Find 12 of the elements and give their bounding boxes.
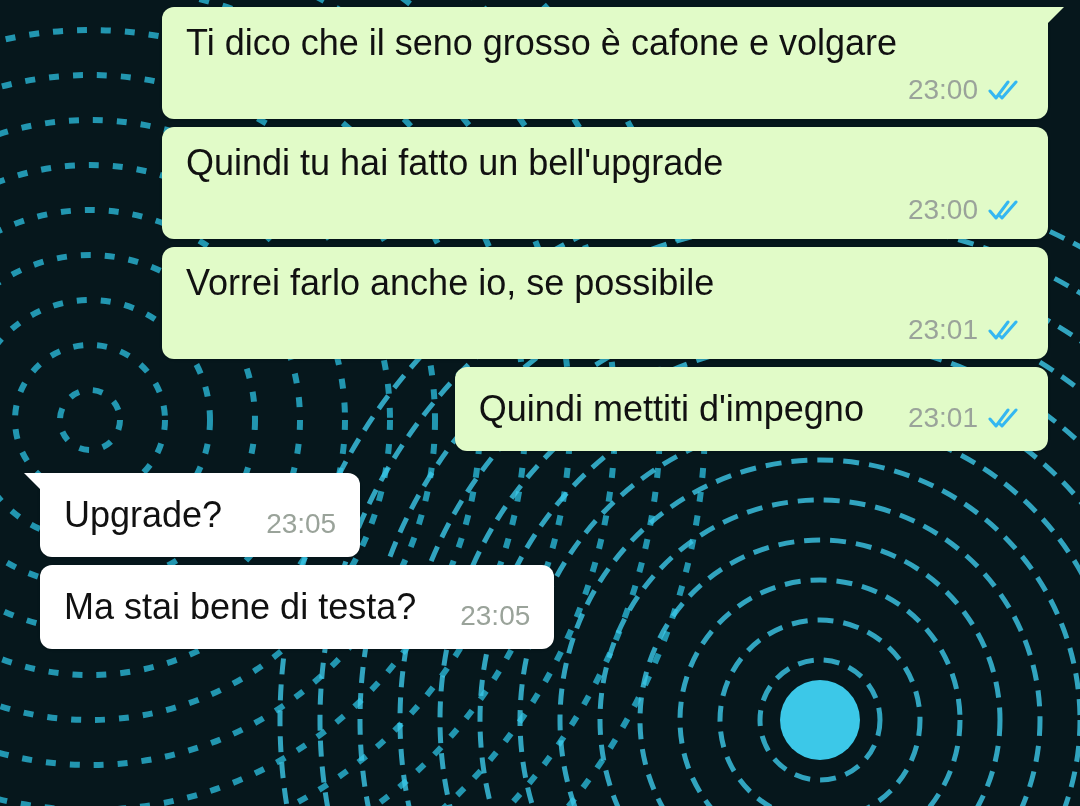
message-text: Quindi tu hai fatto un bell'upgrade — [186, 141, 725, 185]
message-text: Ma stai bene di testa? — [64, 585, 417, 629]
message-text: Ti dico che il seno grosso è cafone e volgare — [186, 21, 899, 65]
message-time: 23:01 — [907, 313, 978, 347]
message-text: Vorrei farlo anche io, se possibile — [186, 261, 716, 305]
message-text: Upgrade? — [64, 493, 223, 537]
message-time: 23:05 — [460, 599, 531, 633]
message-text: Quindi mettiti d'impegno — [478, 387, 864, 431]
message-time: 23:00 — [907, 73, 978, 107]
message-time: 23:05 — [266, 507, 337, 541]
message-time: 23:01 — [907, 401, 978, 435]
message-time: 23:00 — [907, 193, 978, 227]
